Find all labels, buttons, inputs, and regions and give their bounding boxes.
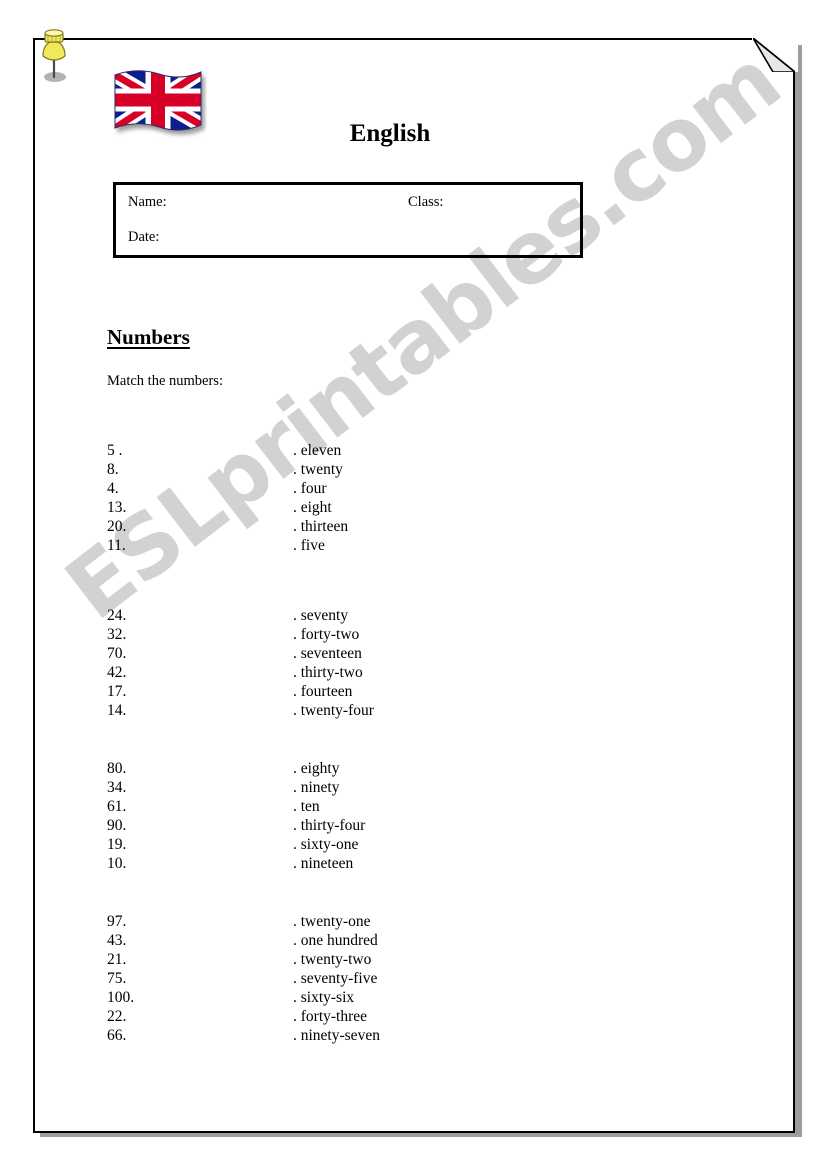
union-jack-flag-icon (109, 63, 207, 143)
match-word[interactable]: . thirty-four (293, 816, 365, 835)
match-word[interactable]: . fourteen (293, 682, 352, 701)
student-info-box: Name: Class: Date: (113, 182, 583, 258)
matching-row: 4. . four (0, 479, 826, 498)
matching-row: 66. . ninety-seven (0, 1026, 826, 1045)
matching-row: 22. . forty-three (0, 1007, 826, 1026)
matching-row: 70. . seventeen (0, 644, 826, 663)
match-word[interactable]: . twenty (293, 460, 343, 479)
match-word[interactable]: . sixty-one (293, 835, 358, 854)
match-word[interactable]: . nineteen (293, 854, 353, 873)
matching-row: 43. . one hundred (0, 931, 826, 950)
match-number[interactable]: 24. (107, 606, 126, 625)
match-number[interactable]: 14. (107, 701, 126, 720)
matching-row: 61. . ten (0, 797, 826, 816)
match-word[interactable]: . twenty-one (293, 912, 370, 931)
page-title: English (349, 120, 431, 147)
matching-row: 34. . ninety (0, 778, 826, 797)
match-word[interactable]: . sixty-six (293, 988, 354, 1007)
match-number[interactable]: 90. (107, 816, 126, 835)
match-word[interactable]: . four (293, 479, 327, 498)
date-label: Date: (128, 229, 160, 245)
match-word[interactable]: . forty-two (293, 625, 359, 644)
match-word[interactable]: . five (293, 536, 325, 555)
match-word[interactable]: . twenty-two (293, 950, 371, 969)
match-number[interactable]: 61. (107, 797, 126, 816)
matching-row: 42. . thirty-two (0, 663, 826, 682)
match-number[interactable]: 21. (107, 950, 126, 969)
matching-row: 17. . fourteen (0, 682, 826, 701)
matching-row: 90. . thirty-four (0, 816, 826, 835)
match-word[interactable]: . eighty (293, 759, 340, 778)
worksheet-content: English Name: Class: Date: Numbers Match… (0, 0, 826, 1169)
match-number[interactable]: 80. (107, 759, 126, 778)
matching-row: 19. . sixty-one (0, 835, 826, 854)
match-word[interactable]: . ninety-seven (293, 1026, 380, 1045)
match-number[interactable]: 66. (107, 1026, 126, 1045)
match-number[interactable]: 5 . (107, 441, 123, 460)
matching-block: 80. . eighty 34. . ninety 61. . ten 90. . thirt… (0, 759, 826, 873)
match-word[interactable]: . seventy (293, 606, 348, 625)
match-number[interactable]: 13. (107, 498, 126, 517)
match-number[interactable]: 100. (107, 988, 134, 1007)
match-word[interactable]: . twenty-four (293, 701, 374, 720)
match-number[interactable]: 19. (107, 835, 126, 854)
match-word[interactable]: . ninety (293, 778, 340, 797)
match-number[interactable]: 8. (107, 460, 119, 479)
worksheet-screen: ESLprintables.com English Name: Class: D… (0, 0, 826, 1169)
match-word[interactable]: . thirty-two (293, 663, 363, 682)
matching-row: 97. . twenty-one (0, 912, 826, 931)
match-number[interactable]: 32. (107, 625, 126, 644)
section-instruction: Match the numbers: (107, 373, 223, 389)
match-number[interactable]: 43. (107, 931, 126, 950)
match-number[interactable]: 42. (107, 663, 126, 682)
match-number[interactable]: 70. (107, 644, 126, 663)
matching-row: 11. . five (0, 536, 826, 555)
match-number[interactable]: 4. (107, 479, 119, 498)
match-word[interactable]: . seventy-five (293, 969, 377, 988)
matching-block: 97. . twenty-one 43. . one hundred 21. . twen… (0, 912, 826, 1045)
match-number[interactable]: 11. (107, 536, 126, 555)
class-label: Class: (408, 194, 444, 210)
match-number[interactable]: 97. (107, 912, 126, 931)
match-word[interactable]: . ten (293, 797, 320, 816)
match-number[interactable]: 17. (107, 682, 126, 701)
match-word[interactable]: . thirteen (293, 517, 348, 536)
match-word[interactable]: . eight (293, 498, 332, 517)
match-number[interactable]: 10. (107, 854, 126, 873)
matching-row: 75. . seventy-five (0, 969, 826, 988)
name-label: Name: (128, 194, 167, 210)
matching-row: 21. . twenty-two (0, 950, 826, 969)
matching-row: 14. . twenty-four (0, 701, 826, 720)
match-word[interactable]: . forty-three (293, 1007, 367, 1026)
matching-row: 24. . seventy (0, 606, 826, 625)
section-heading: Numbers (107, 325, 190, 349)
match-word[interactable]: . one hundred (293, 931, 378, 950)
matching-row: 8. . twenty (0, 460, 826, 479)
matching-row: 10. . nineteen (0, 854, 826, 873)
matching-row: 80. . eighty (0, 759, 826, 778)
matching-row: 20. . thirteen (0, 517, 826, 536)
match-number[interactable]: 20. (107, 517, 126, 536)
matching-block: 24. . seventy 32. . forty-two 70. . seventeen… (0, 606, 826, 720)
match-number[interactable]: 22. (107, 1007, 126, 1026)
matching-row: 13. . eight (0, 498, 826, 517)
matching-block: 5 .. eleven 8.. twenty 4.. four 13.. eight 2… (0, 441, 826, 555)
match-word[interactable]: . seventeen (293, 644, 362, 663)
matching-row: 5 . . eleven (0, 441, 826, 460)
match-number[interactable]: 75. (107, 969, 126, 988)
match-word[interactable]: . eleven (293, 441, 341, 460)
matching-row: 32. . forty-two (0, 625, 826, 644)
matching-row: 100. . sixty-six (0, 988, 826, 1007)
match-number[interactable]: 34. (107, 778, 126, 797)
